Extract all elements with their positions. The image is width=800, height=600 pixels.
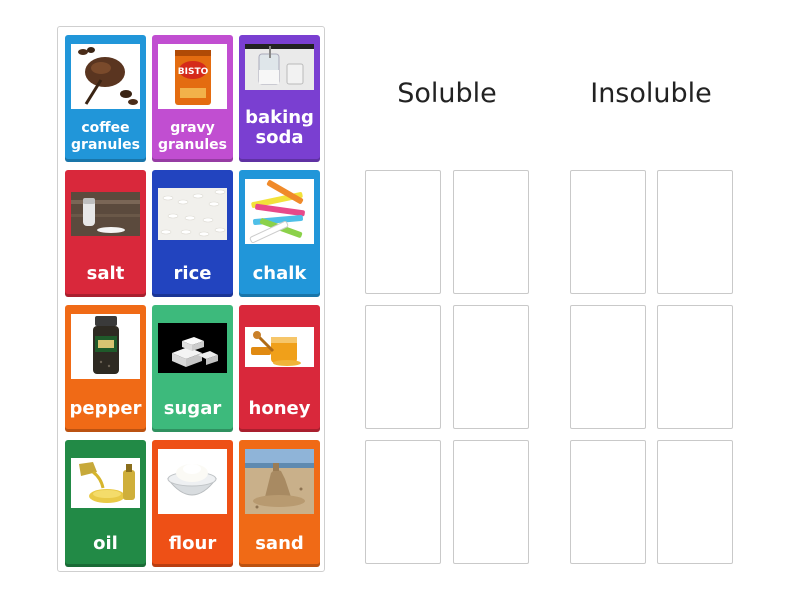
soluble-drop-slot[interactable] (365, 170, 441, 294)
card-flour[interactable]: flour (152, 440, 233, 567)
svg-text:BISTO: BISTO (178, 67, 209, 77)
soluble-drop-slot[interactable] (453, 305, 529, 429)
soluble-drop-slot[interactable] (365, 440, 441, 564)
pepper-image (71, 314, 140, 379)
card-pepper[interactable]: pepper (65, 305, 146, 432)
card-label: rice (173, 263, 212, 284)
card-label: sugar (163, 398, 222, 419)
card-label: salt (86, 263, 125, 284)
card-baking-soda[interactable]: baking soda (239, 35, 320, 162)
chalk-image (245, 179, 314, 244)
rice-image (158, 188, 227, 240)
oil-image (71, 458, 140, 508)
sugar-image (158, 323, 227, 373)
group-heading-insoluble: Insoluble (590, 78, 712, 109)
card-honey[interactable]: honey (239, 305, 320, 432)
card-label: chalk (252, 263, 307, 284)
insoluble-drop-slot[interactable] (657, 305, 733, 429)
insoluble-drop-slot[interactable] (570, 305, 646, 429)
coffee-granules-image (71, 44, 140, 109)
card-tray: coffee granules BISTO gravy granules bak… (57, 26, 325, 572)
sand-image (245, 449, 314, 514)
card-gravy-granules[interactable]: BISTO gravy granules (152, 35, 233, 162)
honey-image (245, 327, 314, 367)
gravy-granules-image: BISTO (158, 44, 227, 109)
insoluble-drop-slot[interactable] (657, 440, 733, 564)
card-sugar[interactable]: sugar (152, 305, 233, 432)
soluble-drop-slot[interactable] (453, 170, 529, 294)
card-label: flour (168, 533, 217, 554)
baking-soda-image (245, 44, 314, 90)
card-label: coffee granules (71, 120, 140, 153)
card-coffee-granules[interactable]: coffee granules (65, 35, 146, 162)
soluble-drop-slot[interactable] (365, 305, 441, 429)
group-heading-soluble: Soluble (397, 78, 497, 109)
card-salt[interactable]: salt (65, 170, 146, 297)
card-rice[interactable]: rice (152, 170, 233, 297)
card-chalk[interactable]: chalk (239, 170, 320, 297)
salt-image (71, 192, 140, 236)
card-label: baking soda (245, 107, 314, 148)
card-label: pepper (69, 398, 142, 419)
insoluble-drop-slot[interactable] (570, 440, 646, 564)
insoluble-drop-slot[interactable] (657, 170, 733, 294)
card-sand[interactable]: sand (239, 440, 320, 567)
soluble-drop-slot[interactable] (453, 440, 529, 564)
card-label: oil (93, 533, 118, 554)
card-oil[interactable]: oil (65, 440, 146, 567)
insoluble-drop-slot[interactable] (570, 170, 646, 294)
card-label: honey (248, 398, 311, 419)
flour-image (158, 449, 227, 514)
card-label: gravy granules (158, 120, 227, 153)
card-label: sand (255, 533, 304, 554)
